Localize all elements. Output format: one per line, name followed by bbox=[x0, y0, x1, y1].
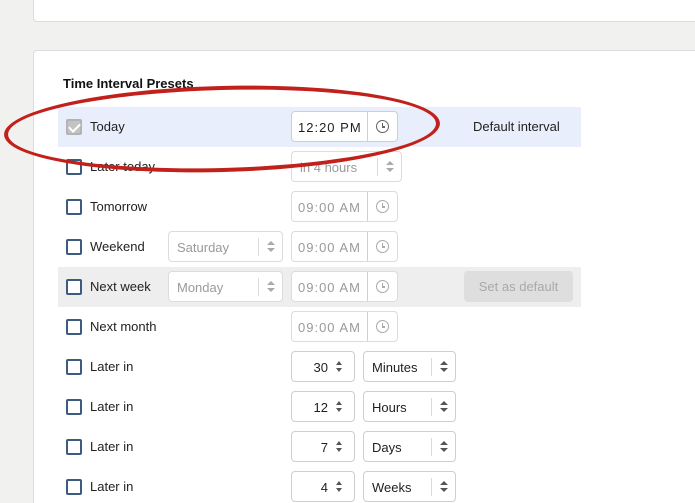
select-value: Monday bbox=[177, 280, 224, 295]
checkbox-icon[interactable] bbox=[66, 359, 82, 375]
select-caret-icon bbox=[431, 358, 455, 376]
preset-row-later-today[interactable]: Later today in 4 hours bbox=[58, 147, 581, 187]
preset-label: Later in bbox=[90, 479, 134, 494]
checkbox-checked-icon[interactable] bbox=[66, 119, 82, 135]
time-value: 09:00 AM bbox=[298, 280, 361, 295]
select-caret-icon bbox=[431, 398, 455, 416]
select-value: Hours bbox=[372, 400, 407, 415]
select-caret-icon bbox=[377, 158, 401, 176]
preset-label: Tomorrow bbox=[90, 199, 148, 214]
preset-label: Later in bbox=[90, 399, 134, 414]
checkbox-icon[interactable] bbox=[66, 159, 82, 175]
time-field[interactable]: 09:00 AM bbox=[291, 271, 398, 302]
select-value: Minutes bbox=[372, 360, 418, 375]
previous-settings-card bbox=[33, 0, 695, 22]
time-picker-button[interactable] bbox=[367, 312, 397, 341]
preset-row-later-in-minutes[interactable]: Later in 30 Minutes bbox=[58, 347, 581, 387]
preset-label: Later in bbox=[90, 359, 134, 374]
stepper-arrows-icon[interactable] bbox=[336, 401, 344, 413]
preset-row-later-in-weeks[interactable]: Later in 4 Weeks bbox=[58, 467, 581, 503]
preset-row-today[interactable]: Today 12:20 PM Default interval bbox=[58, 107, 581, 147]
select-caret-icon bbox=[431, 438, 455, 456]
select-caret-icon bbox=[258, 238, 282, 256]
preset-row-next-month[interactable]: Next month 09:00 AM bbox=[58, 307, 581, 347]
unit-select[interactable]: Days bbox=[363, 431, 456, 462]
unit-select[interactable]: Hours bbox=[363, 391, 456, 422]
select-caret-icon bbox=[431, 478, 455, 496]
amount-stepper[interactable]: 30 bbox=[291, 351, 355, 382]
later-today-select[interactable]: in 4 hours bbox=[291, 151, 402, 182]
day-select[interactable]: Monday bbox=[168, 271, 283, 302]
amount-value: 7 bbox=[320, 440, 328, 455]
time-field[interactable]: 09:00 AM bbox=[291, 311, 398, 342]
unit-select[interactable]: Weeks bbox=[363, 471, 456, 502]
preset-label: Next month bbox=[90, 319, 157, 334]
checkbox-icon[interactable] bbox=[66, 399, 82, 415]
checkbox-icon[interactable] bbox=[66, 319, 82, 335]
checkbox-icon[interactable] bbox=[66, 199, 82, 215]
preset-label: Later in bbox=[90, 439, 134, 454]
clock-icon bbox=[376, 320, 389, 333]
preset-label: Weekend bbox=[90, 239, 145, 254]
amount-stepper[interactable]: 4 bbox=[291, 471, 355, 502]
checkbox-icon[interactable] bbox=[66, 239, 82, 255]
preset-row-later-in-hours[interactable]: Later in 12 Hours bbox=[58, 387, 581, 427]
amount-stepper[interactable]: 12 bbox=[291, 391, 355, 422]
amount-stepper[interactable]: 7 bbox=[291, 431, 355, 462]
time-value: 09:00 AM bbox=[298, 240, 361, 255]
amount-value: 4 bbox=[320, 480, 328, 495]
select-value: in 4 hours bbox=[300, 160, 358, 175]
preset-row-weekend[interactable]: Weekend Saturday 09:00 AM bbox=[58, 227, 581, 267]
clock-icon bbox=[376, 280, 389, 293]
section-title: Time Interval Presets bbox=[63, 76, 194, 91]
clock-icon bbox=[376, 200, 389, 213]
clock-icon bbox=[376, 240, 389, 253]
stepper-arrows-icon[interactable] bbox=[336, 361, 344, 373]
time-value: 09:00 AM bbox=[298, 200, 361, 215]
time-picker-button[interactable] bbox=[367, 112, 397, 141]
select-value: Saturday bbox=[177, 240, 230, 255]
time-value: 09:00 AM bbox=[298, 320, 361, 335]
checkbox-icon[interactable] bbox=[66, 479, 82, 495]
checkbox-icon[interactable] bbox=[66, 279, 82, 295]
stepper-arrows-icon[interactable] bbox=[336, 481, 344, 493]
time-picker-button[interactable] bbox=[367, 192, 397, 221]
time-picker-button[interactable] bbox=[367, 272, 397, 301]
clock-icon bbox=[376, 120, 389, 133]
checkbox-icon[interactable] bbox=[66, 439, 82, 455]
amount-value: 30 bbox=[313, 360, 328, 375]
preset-row-tomorrow[interactable]: Tomorrow 09:00 AM bbox=[58, 187, 581, 227]
time-value: 12:20 PM bbox=[298, 120, 362, 135]
preset-label: Next week bbox=[90, 279, 151, 294]
select-caret-icon bbox=[258, 278, 282, 296]
preset-label: Today bbox=[90, 119, 125, 134]
preset-row-next-week[interactable]: Next week Monday 09:00 AM Set as default bbox=[58, 267, 581, 307]
day-select[interactable]: Saturday bbox=[168, 231, 283, 262]
time-picker-button[interactable] bbox=[367, 232, 397, 261]
set-as-default-button[interactable]: Set as default bbox=[464, 271, 573, 302]
stepper-arrows-icon[interactable] bbox=[336, 441, 344, 453]
time-field[interactable]: 09:00 AM bbox=[291, 191, 398, 222]
time-field[interactable]: 12:20 PM bbox=[291, 111, 398, 142]
select-value: Days bbox=[372, 440, 402, 455]
default-interval-label: Default interval bbox=[473, 119, 560, 134]
time-field[interactable]: 09:00 AM bbox=[291, 231, 398, 262]
amount-value: 12 bbox=[313, 400, 328, 415]
select-value: Weeks bbox=[372, 480, 412, 495]
unit-select[interactable]: Minutes bbox=[363, 351, 456, 382]
preset-row-later-in-days[interactable]: Later in 7 Days bbox=[58, 427, 581, 467]
preset-label: Later today bbox=[90, 159, 156, 174]
